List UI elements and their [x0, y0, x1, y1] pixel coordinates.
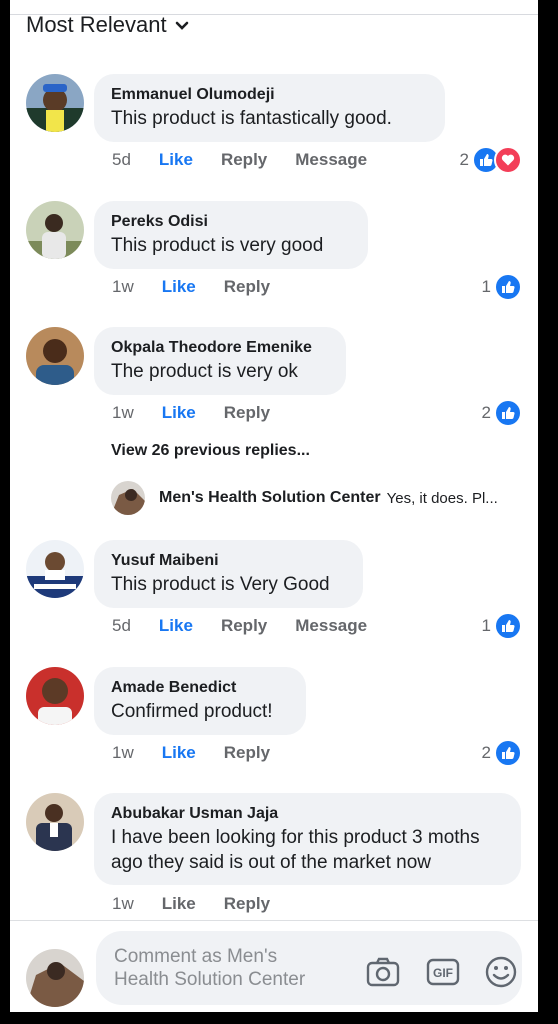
reply-button[interactable]: Reply — [224, 894, 270, 914]
comment-time: 1w — [112, 743, 134, 762]
like-button[interactable]: Like — [159, 616, 193, 636]
like-button[interactable]: Like — [162, 743, 196, 763]
commenter-name[interactable]: Pereks Odisi — [111, 211, 350, 233]
comment-actions: 5d Like Reply Message — [112, 616, 395, 636]
comment-composer: Comment as Men's Health Solution Center … — [10, 920, 538, 1012]
reaction-number: 2 — [481, 743, 491, 762]
heart-icon — [494, 146, 522, 174]
reply-button[interactable]: Reply — [221, 616, 267, 636]
comment-text-line-2: ago they said is out of the market now — [111, 852, 432, 873]
reply-button[interactable]: Reply — [224, 743, 270, 763]
gif-icon[interactable]: GIF — [426, 955, 460, 989]
comment-text: This product is very good — [111, 235, 324, 256]
reaction-count[interactable]: 2 — [482, 739, 522, 767]
thumbs-up-icon — [494, 273, 522, 301]
comment-actions: 1w Like Reply — [112, 403, 298, 423]
commenter-name[interactable]: Yusuf Maibeni — [111, 550, 345, 572]
commenter-name[interactable]: Abubakar Usman Jaja — [111, 803, 503, 825]
thumbs-up-icon — [494, 739, 522, 767]
comment-placeholder: Comment as Men's Health Solution Center — [114, 945, 324, 991]
sort-label: Most Relevant — [26, 12, 167, 37]
comments-screen: Most Relevant Emmanuel Olumodeji This pr… — [10, 0, 538, 1012]
comment-time: 1w — [112, 894, 134, 913]
comment-actions: 1w Like Reply — [112, 277, 298, 297]
message-button[interactable]: Message — [295, 150, 367, 170]
comment-time: 1w — [112, 403, 134, 422]
comment-text: Confirmed product! — [111, 701, 273, 722]
comment-bubble: Pereks Odisi This product is very good — [94, 201, 368, 269]
avatar[interactable] — [26, 327, 84, 385]
avatar[interactable] — [26, 793, 84, 851]
reaction-count[interactable]: 1 — [482, 273, 522, 301]
comment-bubble: Abubakar Usman Jaja I have been looking … — [94, 793, 521, 885]
like-button[interactable]: Like — [162, 403, 196, 423]
comment-bubble: Amade Benedict Confirmed product! — [94, 667, 306, 735]
avatar — [111, 481, 145, 515]
reaction-count[interactable]: 2 — [460, 146, 522, 174]
like-button[interactable]: Like — [162, 894, 196, 914]
reply-preview[interactable]: Men's Health Solution Center Yes, it doe… — [111, 480, 521, 516]
commenter-name[interactable]: Amade Benedict — [111, 677, 288, 699]
reaction-count[interactable]: 2 — [482, 399, 522, 427]
camera-icon[interactable] — [366, 955, 400, 989]
comment-actions: 1w Like Reply — [112, 894, 298, 914]
reaction-number: 1 — [481, 616, 491, 635]
like-button[interactable]: Like — [159, 150, 193, 170]
commenter-name[interactable]: Okpala Theodore Emenike — [111, 337, 328, 359]
message-button[interactable]: Message — [295, 616, 367, 636]
avatar[interactable] — [26, 540, 84, 598]
comment-text: This product is Very Good — [111, 574, 330, 595]
comment-time: 1w — [112, 277, 134, 296]
thumbs-up-icon — [494, 612, 522, 640]
reply-button[interactable]: Reply — [221, 150, 267, 170]
comment-actions: 5d Like Reply Message — [112, 150, 395, 170]
reaction-number: 2 — [459, 150, 469, 169]
placeholder-line-2: Health Solution Center — [114, 969, 306, 990]
comment-input[interactable]: Comment as Men's Health Solution Center … — [96, 931, 522, 1005]
commenter-name[interactable]: Emmanuel Olumodeji — [111, 84, 427, 106]
view-previous-replies[interactable]: View 26 previous replies... — [111, 442, 310, 460]
avatar[interactable] — [26, 74, 84, 132]
comment-text: The product is very ok — [111, 361, 298, 382]
avatar[interactable] — [26, 201, 84, 259]
sort-dropdown[interactable]: Most Relevant — [26, 12, 189, 38]
comment-actions: 1w Like Reply — [112, 743, 298, 763]
emoji-icon[interactable] — [484, 955, 518, 989]
avatar — [26, 949, 84, 1007]
reaction-number: 1 — [481, 277, 491, 296]
comment-time: 5d — [112, 616, 131, 635]
reaction-number: 2 — [481, 403, 491, 422]
comment-time: 5d — [112, 150, 131, 169]
comment-text: This product is fantastically good. — [111, 108, 392, 129]
comment-bubble: Emmanuel Olumodeji This product is fanta… — [94, 74, 445, 142]
comment-bubble: Okpala Theodore Emenike The product is v… — [94, 327, 346, 395]
like-button[interactable]: Like — [162, 277, 196, 297]
placeholder-line-1: Comment as Men's — [114, 946, 278, 967]
chevron-down-icon — [175, 21, 188, 30]
reply-button[interactable]: Reply — [224, 403, 270, 423]
reply-text: Yes, it does. Pl... — [386, 489, 498, 507]
svg-text:GIF: GIF — [433, 966, 453, 980]
comment-bubble: Yusuf Maibeni This product is Very Good — [94, 540, 363, 608]
comment-text-line-1: I have been looking for this product 3 m… — [111, 827, 480, 848]
thumbs-up-icon — [494, 399, 522, 427]
avatar[interactable] — [26, 667, 84, 725]
reply-author: Men's Health Solution Center — [159, 489, 381, 506]
reaction-count[interactable]: 1 — [482, 612, 522, 640]
reply-button[interactable]: Reply — [224, 277, 270, 297]
